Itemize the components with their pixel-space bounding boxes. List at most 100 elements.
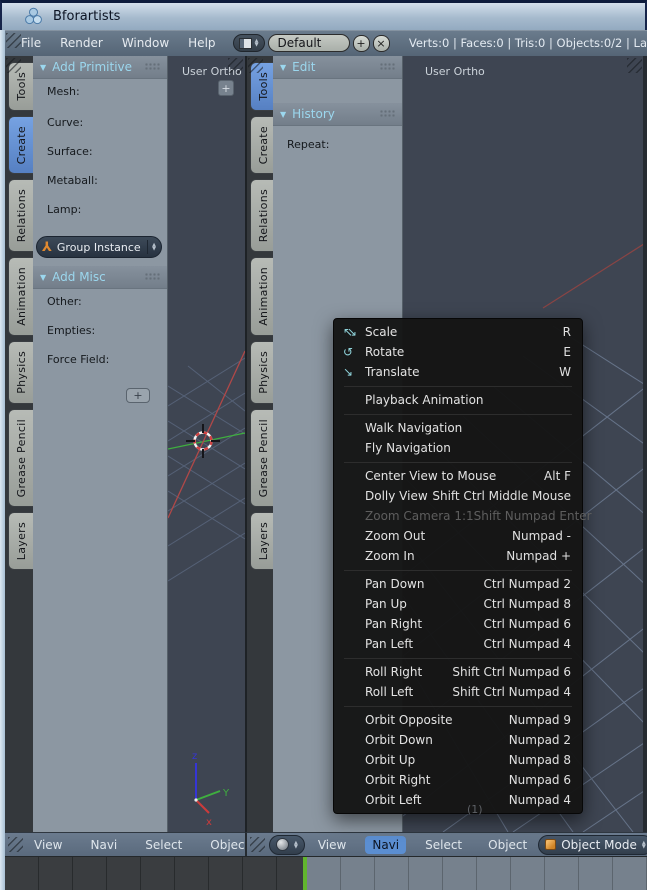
context-menu-item[interactable]: Zoom Out Numpad - bbox=[334, 526, 582, 546]
tab-grease-pencil[interactable]: Grease Pencil bbox=[250, 409, 275, 507]
menu-item[interactable]: Window bbox=[119, 34, 172, 52]
panel-collapse-icon[interactable]: ▼ bbox=[40, 273, 46, 282]
tab-create[interactable]: Create bbox=[250, 116, 275, 174]
context-menu-item[interactable]: ↖↘ Scale R bbox=[334, 322, 582, 342]
tab-animation[interactable]: Animation bbox=[250, 257, 275, 336]
header-menu[interactable]: View bbox=[27, 836, 69, 854]
panel-grip-icon[interactable] bbox=[380, 110, 395, 118]
panel-header-add-misc[interactable]: ▼ Add Misc bbox=[33, 266, 167, 289]
tab-layers[interactable]: Layers bbox=[8, 512, 33, 570]
tab-physics[interactable]: Physics bbox=[8, 341, 33, 404]
timeline-current-frame-marker[interactable] bbox=[303, 857, 307, 890]
context-menu-item[interactable]: Orbit Down Numpad 2 bbox=[334, 730, 582, 750]
context-menu-item[interactable] bbox=[344, 658, 572, 659]
area-resize-corner[interactable] bbox=[228, 58, 243, 73]
tab-relations[interactable]: Relations bbox=[250, 179, 275, 252]
context-menu-item[interactable]: Zoom Camera 1:1 Shift Numpad Enter bbox=[334, 506, 582, 526]
context-menu-item[interactable]: Roll Left Shift Ctrl Numpad 4 bbox=[334, 682, 582, 702]
context-menu-item[interactable]: Walk Navigation bbox=[334, 418, 582, 438]
context-menu-item[interactable]: Pan Down Ctrl Numpad 2 bbox=[334, 574, 582, 594]
header-menu[interactable]: Select bbox=[138, 836, 189, 854]
rotate-icon: ↺ bbox=[343, 345, 365, 359]
object-mode-dropdown[interactable]: Object Mode ▲▼ bbox=[538, 835, 647, 855]
context-menu-item[interactable]: Zoom In Numpad + bbox=[334, 546, 582, 566]
panel-collapse-icon[interactable]: ▼ bbox=[280, 63, 286, 72]
context-menu-item[interactable]: Fly Navigation bbox=[334, 438, 582, 458]
context-menu-item[interactable] bbox=[344, 462, 572, 463]
tab-label: Grease Pencil bbox=[257, 419, 270, 497]
group-instance-dropdown[interactable]: ⅄ Group Instance ▲▼ bbox=[36, 236, 162, 258]
menu-item-shortcut: Shift Numpad Enter bbox=[474, 509, 592, 523]
context-menu-item[interactable]: ↘ Translate W bbox=[334, 362, 582, 382]
context-menu-item[interactable]: Pan Left Ctrl Numpad 4 bbox=[334, 634, 582, 654]
3d-viewport-left[interactable]: z Y x User Ortho + bbox=[168, 56, 245, 832]
panel-grip-icon[interactable] bbox=[145, 273, 160, 281]
header-menu[interactable]: View bbox=[311, 836, 353, 854]
header-menu[interactable]: Navi bbox=[365, 836, 406, 854]
panel-collapse-icon[interactable]: ▼ bbox=[40, 63, 46, 72]
header-menu[interactable]: Navi bbox=[83, 836, 124, 854]
context-menu-item[interactable] bbox=[344, 570, 572, 571]
area-resize-corner[interactable] bbox=[627, 58, 642, 73]
context-menu-item[interactable]: Roll Right Shift Ctrl Numpad 6 bbox=[334, 662, 582, 682]
header-menu[interactable]: Select bbox=[418, 836, 469, 854]
area-resize-corner[interactable] bbox=[8, 837, 23, 852]
timeline-frame-range[interactable] bbox=[307, 857, 647, 890]
properties-region-expand-button[interactable]: + bbox=[218, 80, 234, 96]
context-menu-item[interactable] bbox=[344, 706, 572, 707]
panel-header-edit[interactable]: ▼ Edit bbox=[273, 56, 402, 79]
panel-collapse-icon[interactable]: ▼ bbox=[280, 110, 286, 119]
context-menu-item[interactable]: Dolly View Shift Ctrl Middle Mouse bbox=[334, 486, 582, 506]
screen-layout-selector[interactable]: ▲▼ bbox=[233, 34, 265, 52]
area-resize-corner[interactable] bbox=[248, 58, 263, 73]
layout-name-field[interactable]: Default bbox=[268, 34, 350, 52]
panel-grip-icon[interactable] bbox=[145, 63, 160, 71]
area-resize-corner[interactable] bbox=[250, 837, 265, 852]
tab-relations[interactable]: Relations bbox=[8, 179, 33, 252]
section-label: Curve: bbox=[47, 116, 167, 129]
timeline-out-of-range[interactable] bbox=[5, 857, 303, 890]
editor-type-selector[interactable]: ▲▼ bbox=[269, 835, 305, 855]
context-menu-item[interactable]: ↺ Rotate E bbox=[334, 342, 582, 362]
tab-create[interactable]: Create bbox=[8, 116, 33, 174]
menu-item[interactable]: Render bbox=[57, 34, 106, 52]
context-menu-item[interactable]: Orbit Right Numpad 6 bbox=[334, 770, 582, 790]
create-tool-shelf: ▼ Add Primitive Mesh: bbox=[33, 56, 168, 832]
context-menu-item[interactable]: Center View to Mouse Alt F bbox=[334, 466, 582, 486]
layout-name-value: Default bbox=[278, 36, 322, 50]
context-menu-item[interactable] bbox=[344, 414, 572, 415]
menu-item[interactable]: File bbox=[18, 34, 44, 52]
tab-layers[interactable]: Layers bbox=[250, 512, 275, 570]
tab-animation[interactable]: Animation bbox=[8, 257, 33, 336]
new-shelf-tab-button[interactable]: + bbox=[126, 388, 150, 403]
panel-grip-icon[interactable] bbox=[380, 63, 395, 71]
viewport-info-text: (1) bbox=[467, 803, 483, 816]
context-menu-item[interactable]: Pan Right Ctrl Numpad 6 bbox=[334, 614, 582, 634]
menu-item-shortcut: Numpad - bbox=[512, 529, 571, 543]
timeline[interactable] bbox=[5, 856, 647, 890]
menu-item[interactable]: Help bbox=[185, 34, 218, 52]
menu-item-shortcut: Numpad 6 bbox=[509, 773, 571, 787]
tab-physics[interactable]: Physics bbox=[250, 341, 275, 404]
context-menu-item[interactable]: Orbit Left Numpad 4 bbox=[334, 790, 582, 810]
area-resize-corner[interactable] bbox=[6, 33, 21, 48]
title-bar[interactable]: Bforartists bbox=[0, 0, 647, 30]
menu-item-label: Orbit Left bbox=[365, 793, 509, 807]
context-menu-item[interactable]: Pan Up Ctrl Numpad 8 bbox=[334, 594, 582, 614]
add-layout-button[interactable]: + bbox=[353, 35, 370, 52]
context-menu-item[interactable]: Orbit Opposite Numpad 9 bbox=[334, 710, 582, 730]
context-menu-item[interactable] bbox=[344, 386, 572, 387]
area-resize-corner[interactable] bbox=[6, 58, 21, 73]
delete-layout-button[interactable]: × bbox=[373, 35, 390, 52]
tab-grease-pencil[interactable]: Grease Pencil bbox=[8, 409, 33, 507]
spinner-down-icon: ▼ bbox=[255, 43, 259, 47]
context-menu-item[interactable]: Playback Animation bbox=[334, 390, 582, 410]
header-menu[interactable]: Object bbox=[203, 836, 245, 854]
menu-item-shortcut: Ctrl Numpad 4 bbox=[484, 637, 571, 651]
header-menu[interactable]: Object bbox=[481, 836, 534, 854]
menu-item-label: Playback Animation bbox=[365, 393, 571, 407]
panel-header-add-primitive[interactable]: ▼ Add Primitive bbox=[33, 56, 167, 79]
section-label: Empties: bbox=[47, 324, 167, 337]
context-menu-item[interactable]: Orbit Up Numpad 8 bbox=[334, 750, 582, 770]
panel-header-history[interactable]: ▼ History bbox=[273, 103, 402, 126]
